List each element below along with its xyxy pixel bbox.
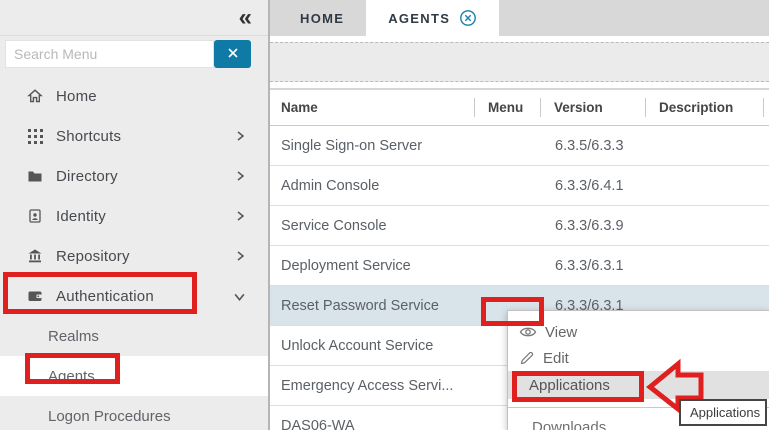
annotation-box-agents: [25, 353, 120, 384]
home-icon: [27, 88, 43, 104]
annotation-box-applications: [512, 371, 644, 402]
context-menu-item-view[interactable]: View: [508, 319, 769, 345]
sidebar-item-shortcuts[interactable]: Shortcuts: [0, 116, 268, 156]
sidebar-search-row: [0, 40, 268, 68]
chevron-right-icon: [234, 170, 246, 182]
grid-icon: [27, 128, 43, 144]
folder-icon: [27, 168, 43, 184]
annotation-box-authentication: [3, 272, 197, 314]
chevron-right-icon: [234, 250, 246, 262]
sidebar-item-label: Identity: [56, 208, 221, 225]
column-header-spacer: [763, 90, 769, 125]
bank-icon: [27, 248, 43, 264]
table-row[interactable]: Admin Console 6.3.3/6.4.1: [270, 166, 769, 206]
sidebar-subitem-label: Realms: [48, 328, 99, 345]
sidebar-header: «: [0, 0, 268, 36]
agent-name: Service Console: [270, 218, 474, 234]
column-header-menu[interactable]: Menu: [474, 90, 540, 125]
context-menu-label: View: [545, 324, 577, 341]
id-badge-icon: [27, 208, 43, 224]
toolbar: [270, 42, 769, 82]
column-header-name[interactable]: Name: [270, 90, 474, 125]
sidebar-item-label: Repository: [56, 248, 221, 265]
agent-version: 6.3.3/6.3.1: [540, 258, 769, 274]
sidebar-item-label: Shortcuts: [56, 128, 221, 145]
sidebar-item-logon-procedures[interactable]: Logon Procedures: [0, 396, 268, 430]
pencil-icon: [519, 350, 535, 366]
chevron-right-icon: [234, 130, 246, 142]
table-row[interactable]: Deployment Service 6.3.3/6.3.1: [270, 246, 769, 286]
tooltip-text: Applications: [690, 405, 760, 420]
agent-name: Admin Console: [270, 178, 474, 194]
agent-version: 6.3.5/6.3.3: [540, 138, 769, 154]
sidebar-item-directory[interactable]: Directory: [0, 156, 268, 196]
tab-bar: HOME AGENTS: [270, 0, 769, 36]
chevron-right-icon: [234, 210, 246, 222]
tooltip: Applications: [679, 399, 767, 426]
agent-name: Reset Password Service: [270, 298, 474, 314]
agent-name: Unlock Account Service: [270, 338, 474, 354]
tab-home[interactable]: HOME: [278, 0, 366, 36]
sidebar-item-home[interactable]: Home: [0, 76, 268, 116]
sidebar-item-repository[interactable]: Repository: [0, 236, 268, 276]
tab-label: HOME: [300, 11, 344, 26]
agent-version: 6.3.3/6.4.1: [540, 178, 769, 194]
column-header-description[interactable]: Description: [645, 90, 763, 125]
table-row[interactable]: Single Sign-on Server 6.3.5/6.3.3: [270, 126, 769, 166]
sidebar-item-label: Directory: [56, 168, 221, 185]
agent-name: DAS06-WA: [270, 418, 474, 430]
context-menu-label: Downloads: [532, 419, 606, 430]
agent-version: 6.3.3/6.3.9: [540, 218, 769, 234]
tab-label: AGENTS: [388, 11, 450, 26]
clear-search-button[interactable]: [214, 40, 251, 68]
agent-name: Single Sign-on Server: [270, 138, 474, 154]
close-tab-icon[interactable]: [459, 9, 477, 27]
table-header: Name Menu Version Description: [270, 88, 769, 126]
sidebar-item-identity[interactable]: Identity: [0, 196, 268, 236]
agent-name: Deployment Service: [270, 258, 474, 274]
close-icon: [227, 47, 239, 59]
collapse-sidebar-icon[interactable]: «: [239, 2, 252, 34]
column-header-version[interactable]: Version: [540, 90, 645, 125]
table-row[interactable]: Service Console 6.3.3/6.3.9: [270, 206, 769, 246]
annotation-box-row-menu: [481, 297, 544, 326]
agent-name: Emergency Access Servi...: [270, 378, 474, 394]
sidebar-subitem-label: Logon Procedures: [48, 408, 171, 425]
sidebar-item-realms[interactable]: Realms: [0, 316, 268, 356]
tab-agents[interactable]: AGENTS: [366, 0, 499, 36]
app-window: « Home Shortcuts: [0, 0, 769, 430]
context-menu-item-edit[interactable]: Edit: [508, 345, 769, 371]
eye-icon: [519, 325, 537, 339]
chevron-down-icon: [233, 290, 246, 303]
sidebar-item-label: Home: [56, 88, 246, 105]
search-input[interactable]: [5, 40, 214, 68]
context-menu-label: Edit: [543, 350, 569, 367]
